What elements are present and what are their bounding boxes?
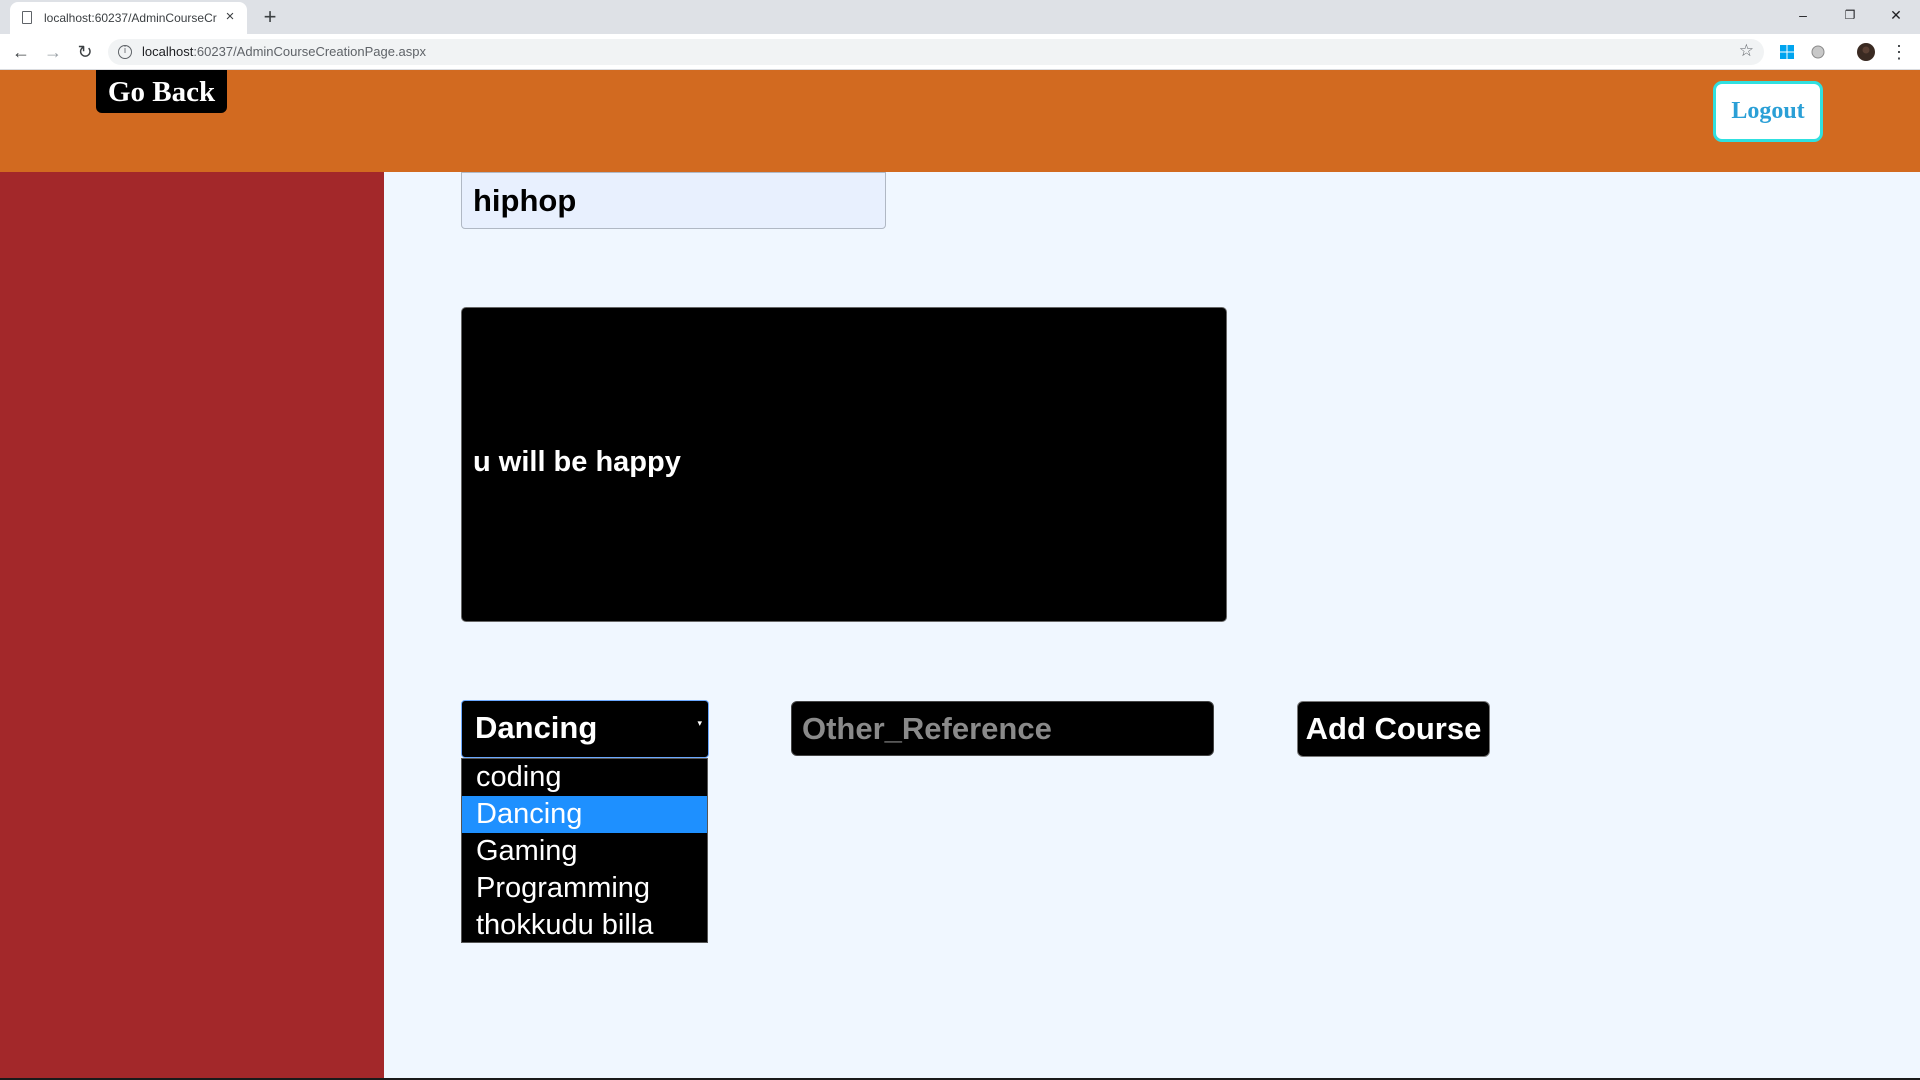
new-tab-icon[interactable]: +: [258, 5, 282, 29]
dropdown-arrow-icon: ▾: [697, 719, 702, 729]
restore-icon[interactable]: ❐: [1827, 0, 1873, 30]
logout-button[interactable]: Logout: [1713, 81, 1823, 142]
browser-toolbar: ← → ↻ i localhost:60237/AdminCourseCreat…: [0, 34, 1920, 70]
site-info-icon[interactable]: i: [118, 45, 132, 59]
url-path: :60237/AdminCourseCreationPage.aspx: [193, 44, 427, 59]
go-back-button[interactable]: Go Back: [96, 70, 227, 113]
tab-title: localhost:60237/AdminCourseCr: [44, 11, 217, 25]
back-icon[interactable]: ←: [9, 40, 33, 64]
extension-circle-icon[interactable]: [1810, 44, 1826, 60]
url-text: localhost:60237/AdminCourseCreationPage.…: [142, 44, 426, 59]
other-reference-input[interactable]: [791, 701, 1214, 756]
page-header: Go Back Logout: [0, 70, 1920, 172]
category-option-programming[interactable]: Programming: [462, 870, 707, 907]
address-bar[interactable]: i localhost:60237/AdminCourseCreationPag…: [108, 39, 1764, 65]
category-option-dancing[interactable]: Dancing: [462, 796, 707, 833]
menu-icon[interactable]: ⋮: [1887, 40, 1911, 64]
course-description-textarea[interactable]: u will be happy: [461, 307, 1227, 622]
tab-close-icon[interactable]: ×: [221, 8, 239, 26]
browser-tabstrip: localhost:60237/AdminCourseCr × + – ❐ ✕: [0, 0, 1920, 34]
course-name-input[interactable]: hiphop: [461, 172, 886, 229]
category-selected-value: Dancing: [475, 710, 598, 745]
course-description-text: u will be happy: [473, 446, 681, 478]
profile-avatar-icon[interactable]: [1857, 43, 1875, 61]
category-option-coding[interactable]: coding: [462, 759, 707, 796]
browser-tab[interactable]: localhost:60237/AdminCourseCr ×: [10, 2, 247, 34]
category-option-gaming[interactable]: Gaming: [462, 833, 707, 870]
add-course-button[interactable]: Add Course: [1297, 701, 1490, 757]
sidebar: [0, 172, 384, 1078]
windows-extension-icon[interactable]: [1779, 44, 1795, 60]
url-host: localhost: [142, 44, 194, 59]
category-select[interactable]: Dancing ▾: [461, 700, 709, 758]
minimize-icon[interactable]: –: [1780, 0, 1826, 30]
category-option-thokkudu-billa[interactable]: thokkudu billa: [462, 907, 707, 944]
forward-icon[interactable]: →: [41, 40, 65, 64]
page-icon: [22, 11, 32, 24]
close-window-icon[interactable]: ✕: [1873, 0, 1919, 30]
category-dropdown-list: coding Dancing Gaming Programming thokku…: [461, 758, 708, 943]
bookmark-star-icon[interactable]: ☆: [1739, 41, 1754, 61]
reload-icon[interactable]: ↻: [73, 40, 97, 64]
